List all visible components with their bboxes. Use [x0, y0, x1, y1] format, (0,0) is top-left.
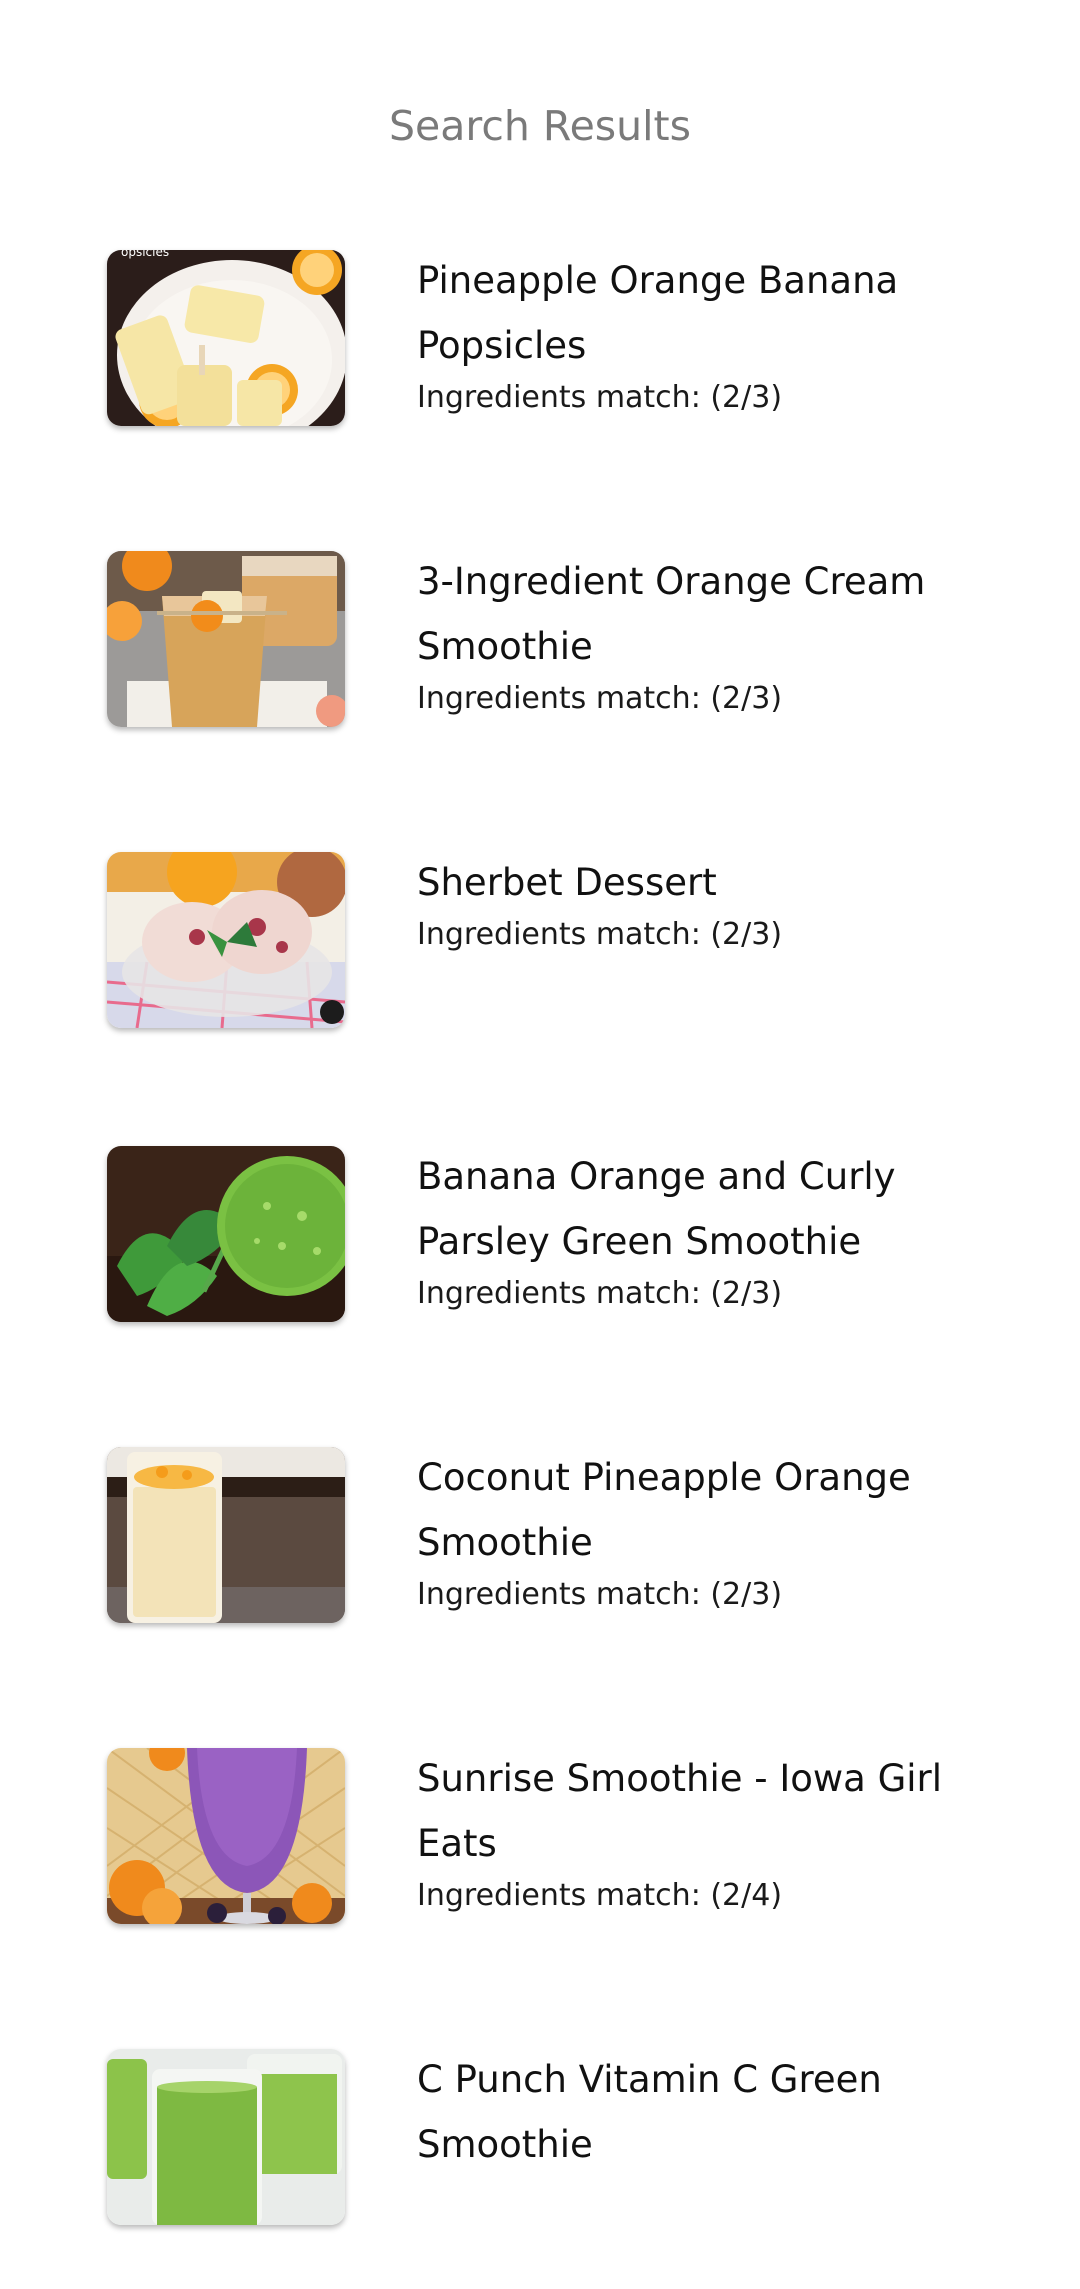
result-item[interactable]: Coconut Pineapple Orange Smoothie Ingred…	[0, 1447, 1080, 1687]
result-info: C Punch Vitamin C Green Smoothie	[417, 2047, 1017, 2177]
popsicles-photo[interactable]: opsicles	[107, 250, 345, 426]
green-juice-photo[interactable]	[107, 2049, 345, 2225]
result-title[interactable]: Pineapple Orange Banana Popsicles	[417, 248, 1017, 378]
coconut-smoothie-photo[interactable]	[107, 1447, 345, 1623]
orange-smoothie-photo[interactable]	[107, 551, 345, 727]
result-title[interactable]: Banana Orange and Curly Parsley Green Sm…	[417, 1144, 1017, 1274]
result-info: Sherbet Dessert Ingredients match: (2/3)	[417, 850, 1017, 955]
result-item[interactable]: 3-Ingredient Orange Cream Smoothie Ingre…	[0, 551, 1080, 791]
result-item[interactable]: opsicles Pineapple Orange Banana Popsicl…	[0, 250, 1080, 490]
svg-text:opsicles: opsicles	[121, 250, 169, 259]
result-title[interactable]: C Punch Vitamin C Green Smoothie	[417, 2047, 1017, 2177]
sherbet-photo[interactable]	[107, 852, 345, 1028]
result-info: Sunrise Smoothie - Iowa Girl Eats Ingred…	[417, 1746, 1017, 1916]
result-title[interactable]: 3-Ingredient Orange Cream Smoothie	[417, 549, 1017, 679]
result-info: 3-Ingredient Orange Cream Smoothie Ingre…	[417, 549, 1017, 719]
result-info: Coconut Pineapple Orange Smoothie Ingred…	[417, 1445, 1017, 1615]
green-smoothie-photo[interactable]	[107, 1146, 345, 1322]
result-title[interactable]: Coconut Pineapple Orange Smoothie	[417, 1445, 1017, 1575]
ingredients-match: Ingredients match: (2/3)	[417, 1577, 783, 1612]
result-item[interactable]: Banana Orange and Curly Parsley Green Sm…	[0, 1146, 1080, 1386]
result-item[interactable]: Sherbet Dessert Ingredients match: (2/3)	[0, 852, 1080, 1092]
result-info: Pineapple Orange Banana Popsicles Ingred…	[417, 248, 1017, 418]
ingredients-match: Ingredients match: (2/3)	[417, 380, 783, 415]
ingredients-match: Ingredients match: (2/3)	[417, 1276, 783, 1311]
result-title[interactable]: Sherbet Dessert	[417, 850, 1017, 915]
ingredients-match: Ingredients match: (2/3)	[417, 681, 783, 716]
ingredients-match: Ingredients match: (2/3)	[417, 917, 783, 952]
result-title[interactable]: Sunrise Smoothie - Iowa Girl Eats	[417, 1746, 1017, 1876]
purple-smoothie-photo[interactable]	[107, 1748, 345, 1924]
page-title: Search Results	[389, 102, 691, 150]
ingredients-match: Ingredients match: (2/4)	[417, 1878, 783, 1913]
result-info: Banana Orange and Curly Parsley Green Sm…	[417, 1144, 1017, 1314]
result-item[interactable]: C Punch Vitamin C Green Smoothie	[0, 2049, 1080, 2289]
result-item[interactable]: Sunrise Smoothie - Iowa Girl Eats Ingred…	[0, 1748, 1080, 1988]
